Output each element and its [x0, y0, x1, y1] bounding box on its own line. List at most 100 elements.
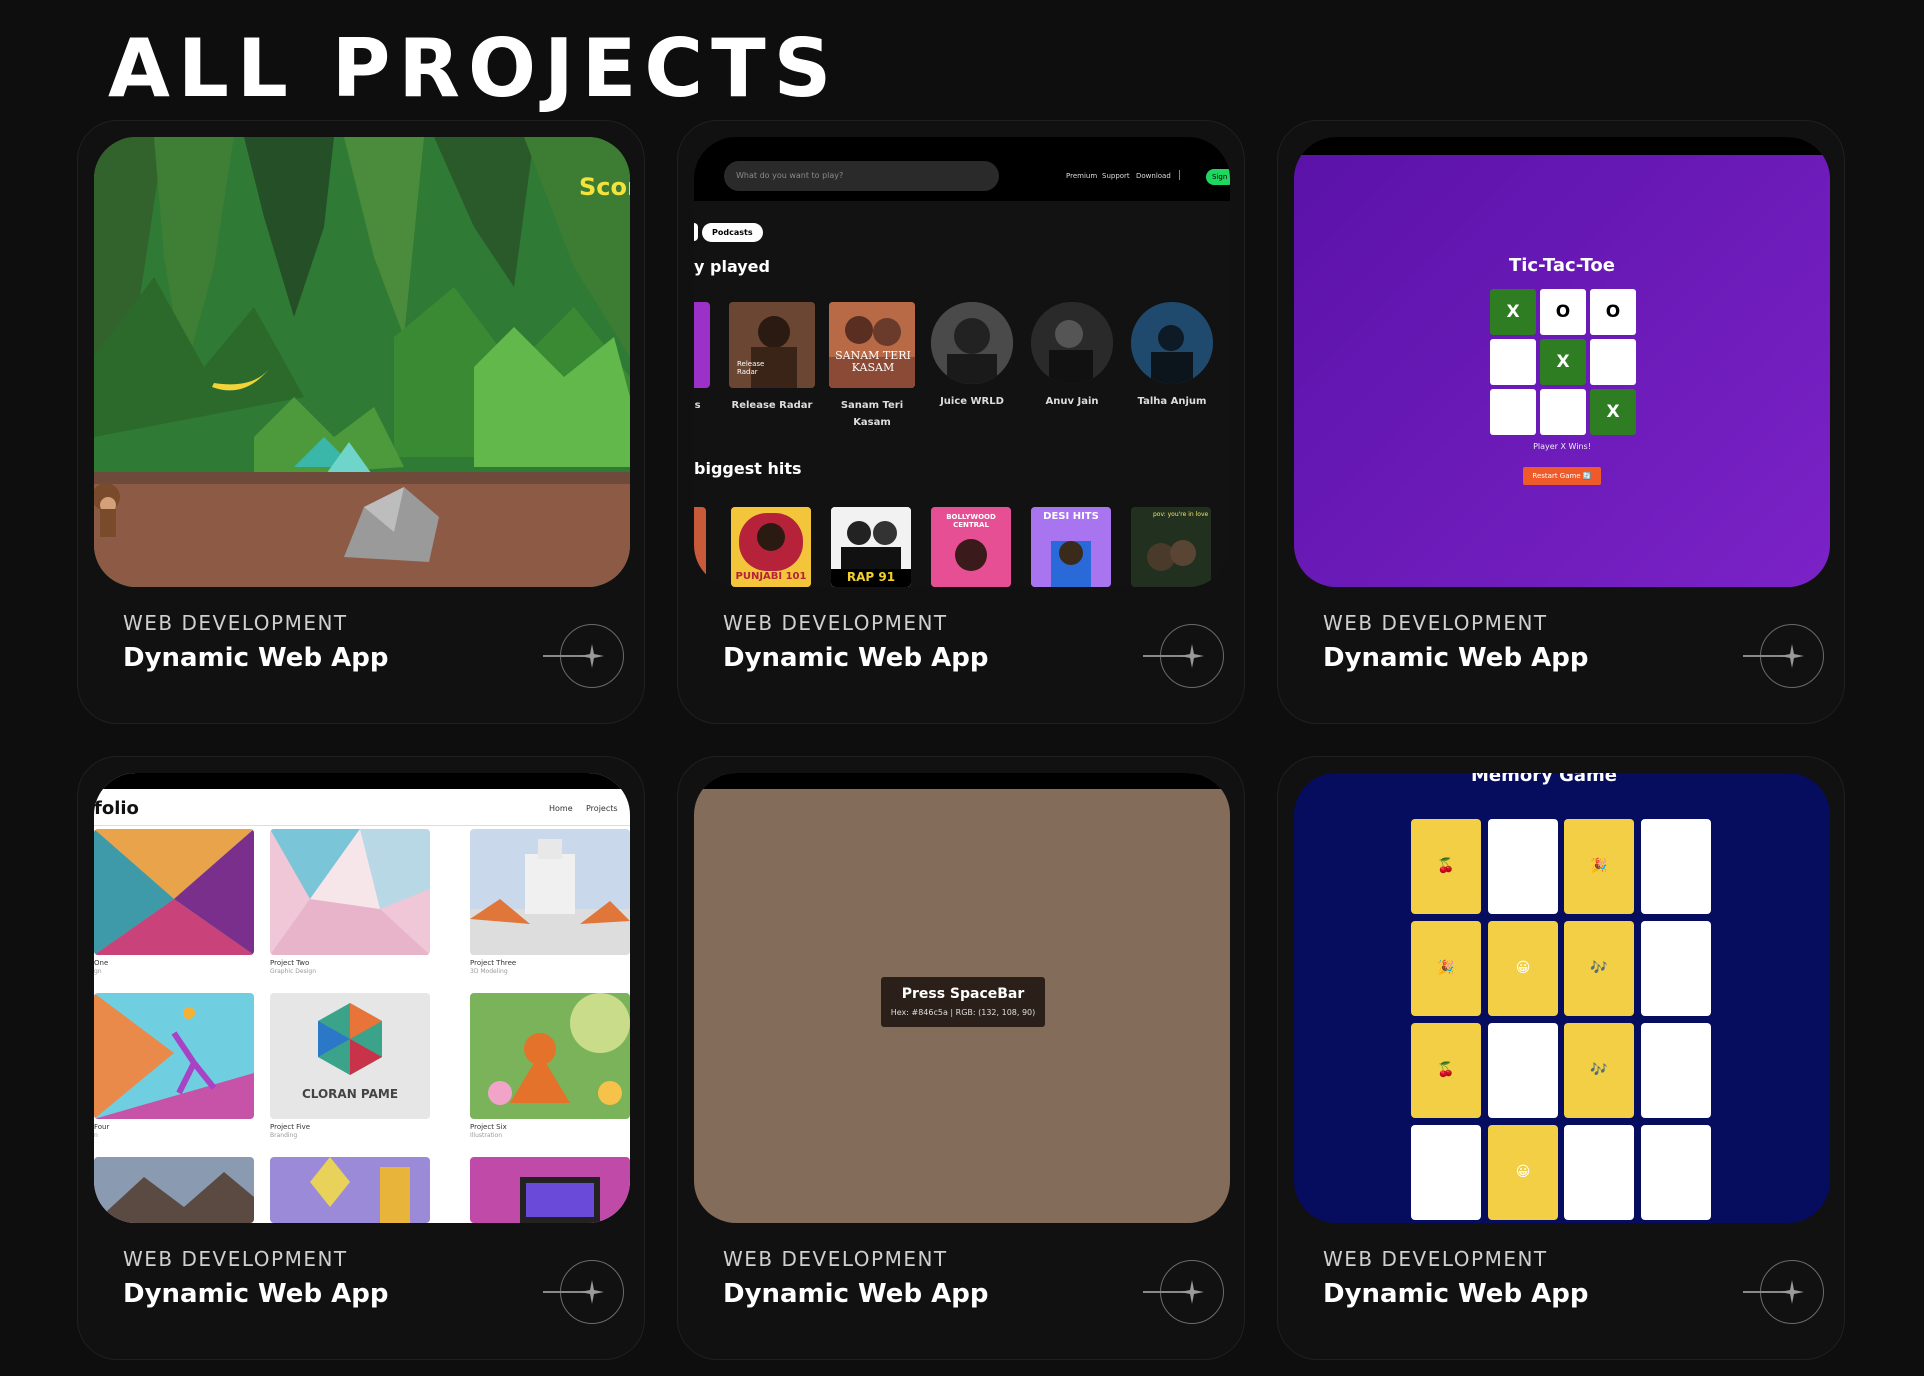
caption-sub: Graphic Design: [270, 968, 316, 975]
project-card-4[interactable]: folio Home Projects One gn Project Two Gra…: [77, 756, 645, 1360]
card-title: Dynamic Web App: [123, 643, 389, 673]
portfolio-tile-7: [94, 1157, 254, 1223]
project-card-6[interactable]: Memory Game 🍒 🎉 🎉 😀 🎶 🍒 🎶 😀 WEB DEVELOPM…: [1277, 756, 1845, 1360]
ttt-topbar: [1294, 137, 1830, 155]
ttt-title: Tic-Tac-Toe: [1508, 255, 1615, 276]
memory-card-15: [1564, 1125, 1634, 1220]
card-category: WEB DEVELOPMENT: [723, 611, 948, 635]
desi-tile-text: DESI HITS: [1043, 511, 1099, 522]
portfolio-thumbnail: folio Home Projects One gn Project Two Gra…: [94, 773, 630, 1223]
spotify-label-4: Anuv Jain: [1045, 396, 1099, 407]
memory-card-6: 😀: [1488, 921, 1558, 1016]
spotify-divider: [1179, 170, 1180, 180]
bollywood-tile-text: BOLLYWOOD CENTRAL: [946, 513, 996, 529]
spotify-chip-partial: [694, 223, 698, 241]
sanam-tile-text: SANAM TERI KASAM: [835, 349, 911, 374]
spotify-sign-button: Sign: [1206, 169, 1230, 185]
caption-title: Project Five: [270, 1123, 311, 1131]
project-card-1[interactable]: Scor WEB DEVELOPMENT Dynamic Web App: [77, 120, 645, 724]
memory-card-11: 🎶: [1564, 1023, 1634, 1118]
open-project-button[interactable]: [1743, 624, 1824, 688]
tictactoe-thumbnail: Tic-Tac-Toe X O O X X Player X Wins! Res…: [1294, 137, 1830, 587]
portfolio-tile-3: [470, 829, 630, 955]
memory-card-12: [1641, 1023, 1711, 1118]
memory-card-14: 😀: [1488, 1125, 1558, 1220]
memory-card-5: 🎉: [1411, 921, 1481, 1016]
portfolio-tile-4: [94, 993, 254, 1119]
card-category: WEB DEVELOPMENT: [123, 1247, 348, 1271]
portfolio-topbar: [94, 773, 630, 789]
jungle-scene: [94, 137, 630, 587]
open-project-button[interactable]: [1743, 1260, 1824, 1324]
spotify-label-5: Talha Anjum: [1137, 396, 1207, 407]
sparkle-arrow-icon: [1180, 644, 1204, 668]
portfolio-caption-5: Project Five Branding: [270, 1123, 310, 1140]
rap-tile-text: RAP 91: [846, 570, 896, 584]
portfolio-nav-home: Home: [549, 804, 573, 813]
project-card-3[interactable]: Tic-Tac-Toe X O O X X Player X Wins! Res…: [1277, 120, 1845, 724]
spotify-nav-support: Support: [1102, 172, 1130, 180]
spotify-clone-thumbnail: What do you want to play? Premium Suppor…: [694, 137, 1230, 587]
caption-sub: Illustration: [470, 1132, 503, 1139]
ttt-cell-4: [1490, 339, 1536, 385]
memory-title: Memory Game: [1470, 773, 1617, 786]
spotify-hit-desi: DESI HITS: [1031, 507, 1111, 587]
card-category: WEB DEVELOPMENT: [123, 611, 348, 635]
color-prompt: Press SpaceBar: [901, 986, 1025, 1002]
release-radar-small: Release Radar: [737, 360, 765, 376]
portfolio-nav-projects: Projects: [586, 804, 618, 813]
portfolio-tile-5: CLORAN PAME: [270, 993, 430, 1119]
open-project-button[interactable]: [543, 624, 624, 688]
sparkle-arrow-icon: [1780, 644, 1804, 668]
card-category: WEB DEVELOPMENT: [1323, 611, 1548, 635]
memory-game-thumbnail: Memory Game 🍒 🎉 🎉 😀 🎶 🍒 🎶 😀: [1294, 773, 1830, 1223]
portfolio-tile-6: [470, 993, 630, 1119]
monkey-game-thumbnail: Scor: [94, 137, 630, 587]
portfolio-logo-text: CLORAN PAME: [301, 1087, 399, 1101]
sparkle-arrow-icon: [1780, 1280, 1804, 1304]
spotify-section-hits: biggest hits: [694, 459, 802, 478]
project-card-2[interactable]: What do you want to play? Premium Suppor…: [677, 120, 1245, 724]
ttt-cell-2: O: [1540, 289, 1586, 335]
memory-card-13: [1411, 1125, 1481, 1220]
memory-card-10: [1488, 1023, 1558, 1118]
open-project-button[interactable]: [1143, 624, 1224, 688]
spotify-tile-release-radar: Release Radar: [729, 302, 815, 388]
spotify-label-3: Juice WRLD: [940, 396, 1004, 407]
portfolio-tile-9: [470, 1157, 630, 1223]
ttt-cell-7: [1490, 389, 1536, 435]
ttt-cell-9: X: [1590, 389, 1636, 435]
spotify-tile-sanam: SANAM TERI KASAM: [829, 302, 915, 388]
spotify-nav-download: Download: [1136, 172, 1171, 180]
spotify-search-input: What do you want to play?: [724, 161, 999, 191]
caption-sub: gn: [94, 968, 102, 975]
open-project-button[interactable]: [1143, 1260, 1224, 1324]
portfolio-caption-6: Project Six Illustration: [470, 1123, 507, 1140]
memory-card-7: 🎶: [1564, 921, 1634, 1016]
portfolio-caption-1: One gn: [94, 959, 108, 976]
card-title: Dynamic Web App: [1323, 643, 1589, 673]
memory-card-2: [1488, 819, 1558, 914]
spotify-hit-pov: pov: you're in love: [1131, 507, 1211, 587]
spotify-hit-rap: RAP 91: [831, 507, 911, 587]
memory-card-16: [1641, 1125, 1711, 1220]
card-title: Dynamic Web App: [1323, 1279, 1589, 1309]
memory-card-9: 🍒: [1411, 1023, 1481, 1118]
ttt-cell-1: X: [1490, 289, 1536, 335]
caption-title: Project Two: [270, 959, 310, 967]
portfolio-divider: [94, 825, 630, 826]
card-title: Dynamic Web App: [723, 643, 989, 673]
punjabi-tile-text: PUNJABI 101: [735, 571, 807, 582]
open-project-button[interactable]: [543, 1260, 624, 1324]
spotify-artist-juice: [931, 302, 1013, 384]
project-card-5[interactable]: Press SpaceBar Hex: #846c5a | RGB: (132,…: [677, 756, 1245, 1360]
ttt-cell-5: X: [1540, 339, 1586, 385]
memory-card-3: 🎉: [1564, 819, 1634, 914]
caption-title: Four: [94, 1123, 110, 1131]
caption-title: One: [94, 959, 109, 967]
spotify-hit-partial: [694, 507, 706, 587]
portfolio-tile-8: [270, 1157, 430, 1223]
spotify-label-2: Sanam Teri Kasam: [840, 400, 904, 428]
spotify-hit-punjabi: PUNJABI 101: [731, 507, 811, 587]
card-title: Dynamic Web App: [123, 1279, 389, 1309]
